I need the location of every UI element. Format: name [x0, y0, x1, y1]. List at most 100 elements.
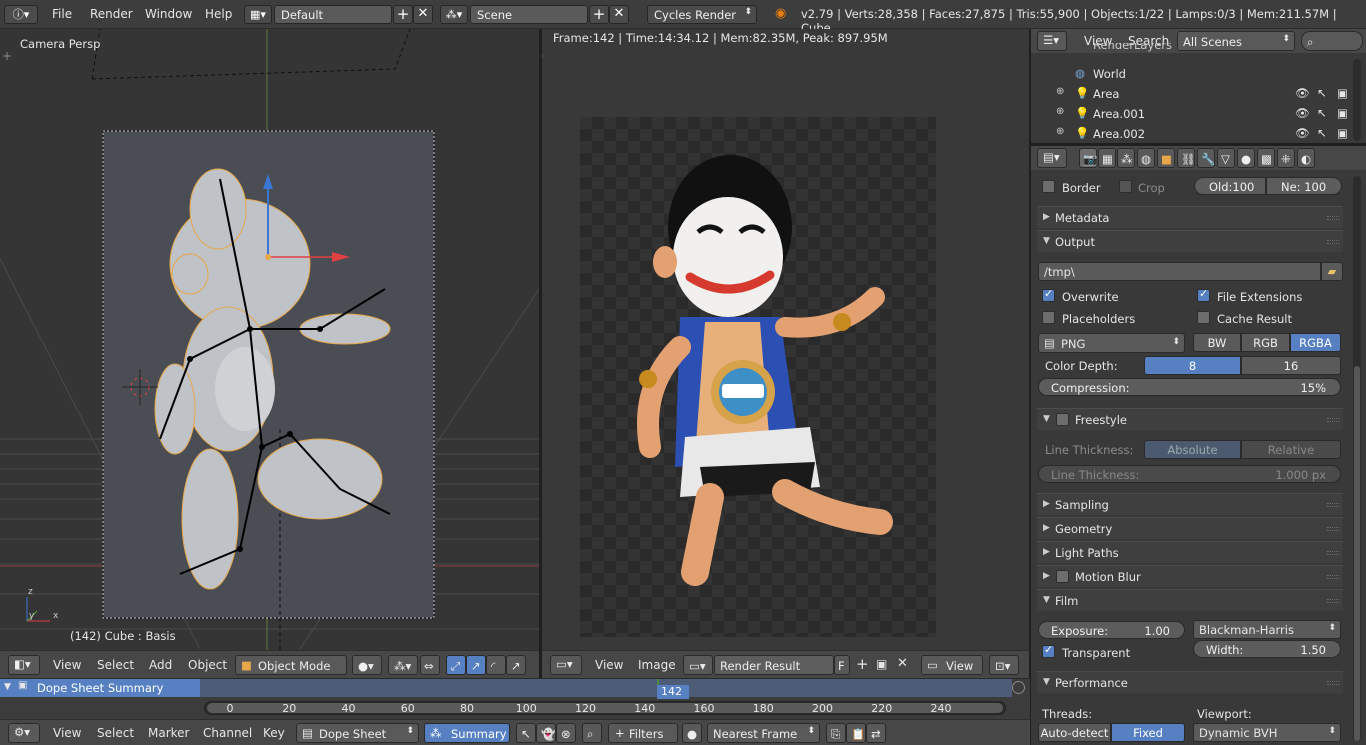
- select-cursor-icon[interactable]: ↖: [1317, 86, 1327, 100]
- fake-user-button[interactable]: F: [834, 655, 850, 675]
- select-cursor-icon[interactable]: ↖: [1317, 126, 1327, 140]
- panel-grip-icon[interactable]: [1327, 503, 1339, 507]
- properties-scrollbar[interactable]: [1353, 176, 1361, 741]
- transparent-checkbox[interactable]: [1042, 643, 1055, 658]
- texture-tab-icon[interactable]: ▩: [1257, 148, 1275, 168]
- panel-sampling[interactable]: ▶ Sampling: [1037, 493, 1343, 515]
- paste-flipped-icon[interactable]: ⇄: [866, 723, 886, 743]
- scene-tab-icon[interactable]: ⁂: [1117, 148, 1135, 168]
- dope-menu-marker[interactable]: Marker: [148, 726, 189, 740]
- panel-light-paths[interactable]: ▶ Light Paths: [1037, 541, 1343, 563]
- line-thickness-relative[interactable]: Relative: [1241, 440, 1341, 459]
- 3d-viewport[interactable]: Camera Persp z y x (142) Cube : Basis +: [0, 29, 539, 650]
- editor-type-info-icon[interactable]: ⓘ▾: [4, 5, 38, 24]
- delete-screen-button[interactable]: ✕: [413, 5, 433, 24]
- image-name-field[interactable]: Render Result: [714, 655, 834, 675]
- menu-window[interactable]: Window: [145, 7, 192, 21]
- image-editor-type-button[interactable]: ▭▾: [550, 655, 582, 675]
- viewport-menu-object[interactable]: Object: [188, 658, 227, 672]
- summary-toggle-button[interactable]: ⁂ Summary: [424, 723, 510, 743]
- menu-help[interactable]: Help: [205, 7, 232, 21]
- particles-tab-icon[interactable]: ⁜: [1277, 148, 1295, 168]
- search-icon[interactable]: ⌕: [582, 723, 602, 743]
- line-thickness-slider[interactable]: Line Thickness: 1.000 px: [1038, 465, 1341, 483]
- dope-menu-key[interactable]: Key: [263, 726, 285, 740]
- mode-dropdown[interactable]: ■ Object Mode: [235, 655, 347, 675]
- compression-slider[interactable]: Compression: 15%: [1038, 378, 1341, 396]
- properties-editor[interactable]: ▤▾ 📷 ▦ ⁂ ◍ ■ ⛓ 🔧 ▽ ● ▩ ⁜ ◐ Border Crop O…: [1031, 146, 1366, 745]
- panel-grip-icon[interactable]: [1327, 599, 1339, 603]
- visibility-eye-icon[interactable]: 👁: [1295, 86, 1310, 100]
- panel-grip-icon[interactable]: [1327, 681, 1339, 685]
- new-frame-field[interactable]: Ne: 100: [1266, 177, 1342, 195]
- only-errors-icon[interactable]: ⊗: [556, 723, 576, 743]
- world-tab-icon[interactable]: ◍: [1137, 148, 1155, 168]
- paste-keyframes-icon[interactable]: 📋: [846, 723, 866, 743]
- panel-output[interactable]: ▼ Output: [1037, 230, 1343, 252]
- dope-sheet-timeline[interactable]: ▼ ▣ Dope Sheet Summary 142 0 20 40 60 80 100 1…: [0, 678, 1030, 719]
- proportional-edit-icon[interactable]: ●: [682, 723, 702, 743]
- dope-sheet-summary-channel[interactable]: ▼ ▣ Dope Sheet Summary: [0, 679, 200, 697]
- only-selected-icon[interactable]: ↖: [516, 723, 536, 743]
- menu-file[interactable]: File: [52, 7, 72, 21]
- outliner-scrollbar[interactable]: [1353, 59, 1361, 141]
- threads-auto-detect[interactable]: Auto-detect: [1038, 723, 1111, 742]
- delete-scene-button[interactable]: ✕: [609, 5, 629, 24]
- placeholders-checkbox[interactable]: [1042, 311, 1055, 324]
- pivot-button[interactable]: ⁂▾: [388, 655, 418, 675]
- object-tab-icon[interactable]: ■: [1157, 148, 1175, 168]
- menu-render[interactable]: Render: [90, 7, 133, 21]
- render-layers-tab-icon[interactable]: ▦: [1098, 148, 1116, 168]
- viewport-menu-add[interactable]: Add: [149, 658, 172, 672]
- freestyle-checkbox[interactable]: [1056, 413, 1069, 426]
- expand-icon[interactable]: ⊕: [1056, 86, 1064, 97]
- outliner-item-area-001[interactable]: ⊕ 💡 Area.001 👁 ↖ ▣: [1031, 104, 1366, 124]
- render-camera-icon[interactable]: ▣: [1337, 126, 1348, 140]
- viewport-bvh-dropdown[interactable]: Dynamic BVH ⬍: [1193, 723, 1341, 742]
- modifiers-tab-icon[interactable]: 🔧: [1197, 148, 1215, 168]
- image-editor[interactable]: Frame:142 | Time:14:34.12 | Mem:82.35M, …: [542, 29, 1029, 650]
- folder-icon[interactable]: ▰: [1321, 262, 1343, 281]
- uv-snap-button[interactable]: ⊡▾: [989, 655, 1019, 675]
- show-hidden-icon[interactable]: 👻: [536, 723, 556, 743]
- unlink-image-icon[interactable]: ✕: [897, 656, 908, 671]
- expand-icon[interactable]: ⊕: [1056, 106, 1064, 117]
- outliner[interactable]: ☰▾ View Search All Scenes ⬍ ⌕ RenderLaye…: [1031, 29, 1366, 143]
- panel-grip-icon[interactable]: [1327, 216, 1339, 220]
- material-tab-icon[interactable]: ●: [1237, 148, 1255, 168]
- panel-grip-icon[interactable]: [1327, 418, 1339, 422]
- panel-grip-icon[interactable]: [1327, 575, 1339, 579]
- constraints-tab-icon[interactable]: ⛓: [1177, 148, 1196, 168]
- current-frame-indicator[interactable]: 142: [657, 685, 689, 699]
- corner-plus-left-icon[interactable]: +: [542, 49, 544, 63]
- corner-plus-icon[interactable]: +: [2, 49, 12, 63]
- summary-keyframe-row[interactable]: [200, 679, 1012, 697]
- outliner-item-area-002[interactable]: ⊕ 💡 Area.002 👁 ↖ ▣: [1031, 124, 1366, 144]
- file-format-dropdown[interactable]: ▤ PNG ⬍: [1038, 333, 1185, 353]
- viewport-menu-view[interactable]: View: [53, 658, 81, 672]
- panel-geometry[interactable]: ▶ Geometry: [1037, 517, 1343, 539]
- render-engine-dropdown[interactable]: Cycles Render ⬍: [647, 5, 757, 24]
- visibility-eye-icon[interactable]: 👁: [1295, 126, 1310, 140]
- render-camera-icon[interactable]: ▣: [1337, 106, 1348, 120]
- dope-editor-type-button[interactable]: ⚙▾: [8, 723, 40, 743]
- add-screen-button[interactable]: +: [393, 5, 413, 24]
- viewport-editor-type-button[interactable]: ◧▾: [8, 655, 40, 675]
- area-divider-vertical-1[interactable]: [539, 29, 542, 678]
- render-camera-icon[interactable]: ▣: [1337, 86, 1348, 100]
- output-path-field[interactable]: /tmp\: [1038, 262, 1321, 281]
- data-tab-icon[interactable]: ▽: [1217, 148, 1235, 168]
- panel-performance[interactable]: ▼ Performance: [1037, 671, 1343, 693]
- view-mode-dropdown[interactable]: ▭ View: [921, 655, 983, 675]
- viewport-menu-select[interactable]: Select: [97, 658, 134, 672]
- select-cursor-icon[interactable]: ↖: [1317, 106, 1327, 120]
- color-depth-8[interactable]: 8: [1144, 356, 1241, 375]
- new-image-icon[interactable]: +: [856, 655, 869, 673]
- outliner-item-world[interactable]: ◍ World: [1031, 64, 1366, 84]
- properties-scrollbar-thumb[interactable]: [1354, 366, 1360, 741]
- visibility-eye-icon[interactable]: 👁: [1295, 106, 1310, 120]
- open-image-icon[interactable]: ▣: [876, 657, 887, 671]
- image-menu-view[interactable]: View: [595, 658, 623, 672]
- panel-grip-icon[interactable]: [1327, 527, 1339, 531]
- dope-menu-channel[interactable]: Channel: [203, 726, 252, 740]
